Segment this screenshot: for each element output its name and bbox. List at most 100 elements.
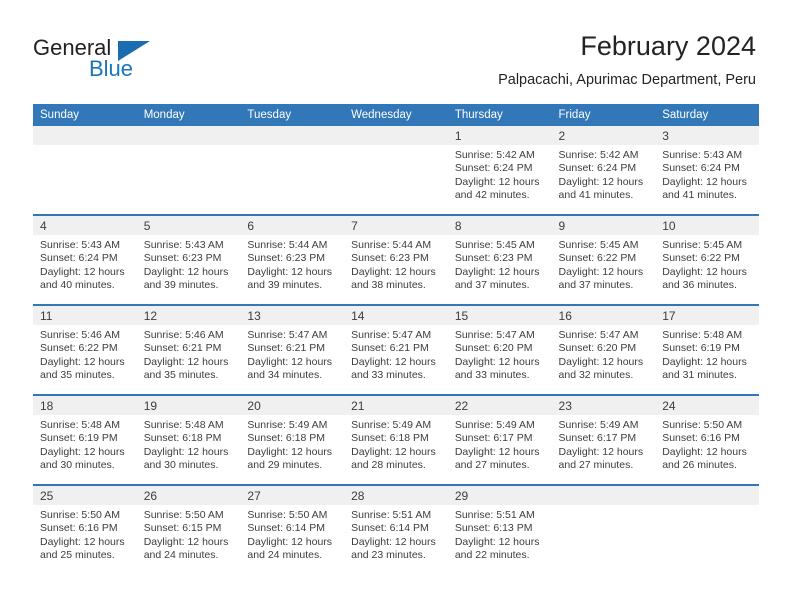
calendar-day-cell[interactable]: 9 Sunrise: 5:45 AM Sunset: 6:22 PM Daylight… — [551, 214, 656, 305]
day-info-line: and 42 minutes. — [454, 189, 530, 202]
day-cell-content: 25 Sunrise: 5:50 AM Sunset: 6:16 PM Dayligh… — [33, 486, 137, 574]
day-number: 1 — [447, 126, 552, 145]
calendar-day-cell[interactable]: 12 Sunrise: 5:46 AM Sunset: 6:21 PM Dayligh… — [136, 304, 241, 395]
calendar-day-cell[interactable]: 15 Sunrise: 5:47 AM Sunset: 6:20 PM Dayligh… — [447, 304, 552, 395]
day-number: 18 — [33, 396, 137, 415]
calendar-day-cell[interactable]: 25 Sunrise: 5:50 AM Sunset: 6:16 PM Dayligh… — [33, 484, 137, 574]
day-info-line: and 32 minutes. — [558, 369, 634, 382]
calendar-day-cell[interactable]: 19 Sunrise: 5:48 AM Sunset: 6:18 PM Dayligh… — [136, 394, 241, 485]
calendar-empty-cell — [551, 484, 656, 574]
calendar-day-cell[interactable]: 17 Sunrise: 5:48 AM Sunset: 6:19 PM Dayligh… — [655, 304, 759, 395]
day-number: 20 — [240, 396, 345, 415]
calendar-day-cell[interactable]: 7 Sunrise: 5:44 AM Sunset: 6:23 PM Daylight… — [344, 214, 448, 305]
day-sun-info: Sunrise: 5:47 AM Sunset: 6:20 PM Daylight:… — [552, 325, 656, 383]
day-info-line: Sunset: 6:24 PM — [454, 162, 533, 175]
calendar-day-cell[interactable]: 22 Sunrise: 5:49 AM Sunset: 6:17 PM Dayligh… — [447, 394, 552, 485]
calendar-day-cell[interactable]: 6 Sunrise: 5:44 AM Sunset: 6:23 PM Daylight… — [240, 214, 345, 305]
day-info-line: Sunset: 6:18 PM — [247, 432, 326, 445]
calendar-day-cell[interactable]: 20 Sunrise: 5:49 AM Sunset: 6:18 PM Dayligh… — [240, 394, 345, 485]
day-number — [136, 126, 241, 145]
day-info-line: Sunset: 6:17 PM — [454, 432, 533, 445]
day-number: 27 — [240, 486, 345, 505]
day-sun-info — [240, 145, 344, 149]
day-info-line: Sunset: 6:23 PM — [454, 252, 533, 265]
day-cell-content: 24 Sunrise: 5:50 AM Sunset: 6:16 PM Dayligh… — [655, 396, 759, 484]
day-info-line: Daylight: 12 hours — [143, 355, 229, 368]
day-info-line: Sunrise: 5:48 AM — [143, 419, 224, 431]
day-info-line: Sunset: 6:14 PM — [247, 522, 326, 535]
calendar-day-cell[interactable]: 14 Sunrise: 5:47 AM Sunset: 6:21 PM Dayligh… — [344, 304, 448, 395]
day-info-line: and 37 minutes. — [454, 279, 530, 292]
day-info-line: Sunset: 6:24 PM — [662, 162, 740, 175]
day-info-line: Daylight: 12 hours — [351, 265, 436, 278]
day-info-line: Daylight: 12 hours — [40, 445, 125, 458]
day-info-line: Daylight: 12 hours — [143, 535, 229, 548]
day-sun-info: Sunrise: 5:50 AM Sunset: 6:16 PM Daylight:… — [33, 505, 137, 563]
calendar-day-cell[interactable]: 2 Sunrise: 5:42 AM Sunset: 6:24 PM Daylight… — [551, 126, 656, 215]
day-info-line: Sunset: 6:21 PM — [143, 342, 222, 355]
day-number: 14 — [344, 306, 448, 325]
calendar-day-cell[interactable]: 11 Sunrise: 5:46 AM Sunset: 6:22 PM Dayligh… — [33, 304, 137, 395]
calendar-day-cell[interactable]: 8 Sunrise: 5:45 AM Sunset: 6:23 PM Daylight… — [447, 214, 552, 305]
day-info-line: Sunrise: 5:51 AM — [351, 509, 432, 521]
day-cell-content: 14 Sunrise: 5:47 AM Sunset: 6:21 PM Dayligh… — [344, 306, 448, 394]
calendar-day-cell[interactable]: 28 Sunrise: 5:51 AM Sunset: 6:14 PM Dayligh… — [344, 484, 448, 574]
day-info-line: Daylight: 12 hours — [40, 265, 125, 278]
day-cell-content: 1 Sunrise: 5:42 AM Sunset: 6:24 PM Daylight… — [447, 126, 552, 214]
day-info-line: Sunrise: 5:50 AM — [40, 509, 120, 521]
calendar-day-cell[interactable]: 10 Sunrise: 5:45 AM Sunset: 6:22 PM Dayligh… — [655, 214, 759, 305]
day-info-line: and 25 minutes. — [40, 549, 115, 562]
day-cell-content: 23 Sunrise: 5:49 AM Sunset: 6:17 PM Dayligh… — [551, 396, 656, 484]
day-info-line: Sunset: 6:20 PM — [454, 342, 533, 355]
calendar-day-cell[interactable]: 5 Sunrise: 5:43 AM Sunset: 6:23 PM Daylight… — [136, 214, 241, 305]
day-info-line: Sunset: 6:14 PM — [351, 522, 429, 535]
day-number: 23 — [551, 396, 656, 415]
page-subtitle: Palpacachi, Apurimac Department, Peru — [498, 72, 756, 88]
calendar-day-cell[interactable]: 29 Sunrise: 5:51 AM Sunset: 6:13 PM Dayligh… — [447, 484, 552, 574]
day-info-line: and 23 minutes. — [351, 549, 426, 562]
day-info-line: and 30 minutes. — [40, 459, 115, 472]
calendar-day-cell[interactable]: 18 Sunrise: 5:48 AM Sunset: 6:19 PM Dayligh… — [33, 394, 137, 485]
day-cell-content — [33, 126, 137, 214]
calendar-day-cell[interactable]: 4 Sunrise: 5:43 AM Sunset: 6:24 PM Daylight… — [33, 214, 137, 305]
day-info-line: and 41 minutes. — [662, 189, 737, 202]
day-info-line: Sunrise: 5:50 AM — [662, 419, 743, 431]
day-sun-info — [137, 145, 241, 149]
day-sun-info: Sunrise: 5:51 AM Sunset: 6:14 PM Daylight:… — [344, 505, 448, 563]
calendar-day-cell[interactable]: 26 Sunrise: 5:50 AM Sunset: 6:15 PM Dayligh… — [136, 484, 241, 574]
day-info-line: Sunrise: 5:49 AM — [247, 419, 328, 431]
day-info-line: Sunset: 6:23 PM — [247, 252, 326, 265]
page-title: February 2024 — [580, 31, 756, 61]
day-info-line: Daylight: 12 hours — [454, 175, 540, 188]
general-blue-logo[interactable]: General Blue — [33, 36, 203, 86]
calendar-day-cell[interactable]: 21 Sunrise: 5:49 AM Sunset: 6:18 PM Dayligh… — [344, 394, 448, 485]
calendar-day-cell[interactable]: 3 Sunrise: 5:43 AM Sunset: 6:24 PM Daylight… — [655, 126, 759, 215]
day-info-line: Sunrise: 5:43 AM — [662, 149, 743, 161]
month-calendar-table: Sunday Monday Tuesday Wednesday Thursday… — [33, 104, 759, 574]
day-info-line: and 24 minutes. — [143, 549, 219, 562]
day-sun-info — [33, 145, 137, 149]
day-info-line: Sunset: 6:19 PM — [662, 342, 740, 355]
calendar-day-cell[interactable]: 1 Sunrise: 5:42 AM Sunset: 6:24 PM Daylight… — [447, 126, 552, 215]
day-info-line: and 33 minutes. — [454, 369, 530, 382]
day-sun-info: Sunrise: 5:49 AM Sunset: 6:18 PM Daylight:… — [240, 415, 344, 473]
day-sun-info: Sunrise: 5:44 AM Sunset: 6:23 PM Daylight:… — [240, 235, 344, 293]
day-number: 25 — [33, 486, 137, 505]
day-info-line: and 39 minutes. — [247, 279, 323, 292]
weekday-header-thursday: Thursday — [447, 104, 552, 126]
day-cell-content: 6 Sunrise: 5:44 AM Sunset: 6:23 PM Daylight… — [240, 216, 345, 304]
day-number — [33, 126, 137, 145]
day-info-line: Sunset: 6:16 PM — [662, 432, 740, 445]
day-info-line: and 35 minutes. — [40, 369, 115, 382]
calendar-day-cell[interactable]: 16 Sunrise: 5:47 AM Sunset: 6:20 PM Dayligh… — [551, 304, 656, 395]
day-info-line: Sunrise: 5:45 AM — [558, 239, 639, 251]
day-number — [655, 486, 759, 505]
calendar-day-cell[interactable]: 23 Sunrise: 5:49 AM Sunset: 6:17 PM Dayligh… — [551, 394, 656, 485]
day-number: 9 — [551, 216, 656, 235]
day-info-line: Sunset: 6:22 PM — [558, 252, 637, 265]
weekday-header-saturday: Saturday — [655, 104, 759, 126]
calendar-day-cell[interactable]: 13 Sunrise: 5:47 AM Sunset: 6:21 PM Dayligh… — [240, 304, 345, 395]
day-cell-content: 12 Sunrise: 5:46 AM Sunset: 6:21 PM Dayligh… — [136, 306, 241, 394]
calendar-day-cell[interactable]: 24 Sunrise: 5:50 AM Sunset: 6:16 PM Dayligh… — [655, 394, 759, 485]
calendar-day-cell[interactable]: 27 Sunrise: 5:50 AM Sunset: 6:14 PM Dayligh… — [240, 484, 345, 574]
